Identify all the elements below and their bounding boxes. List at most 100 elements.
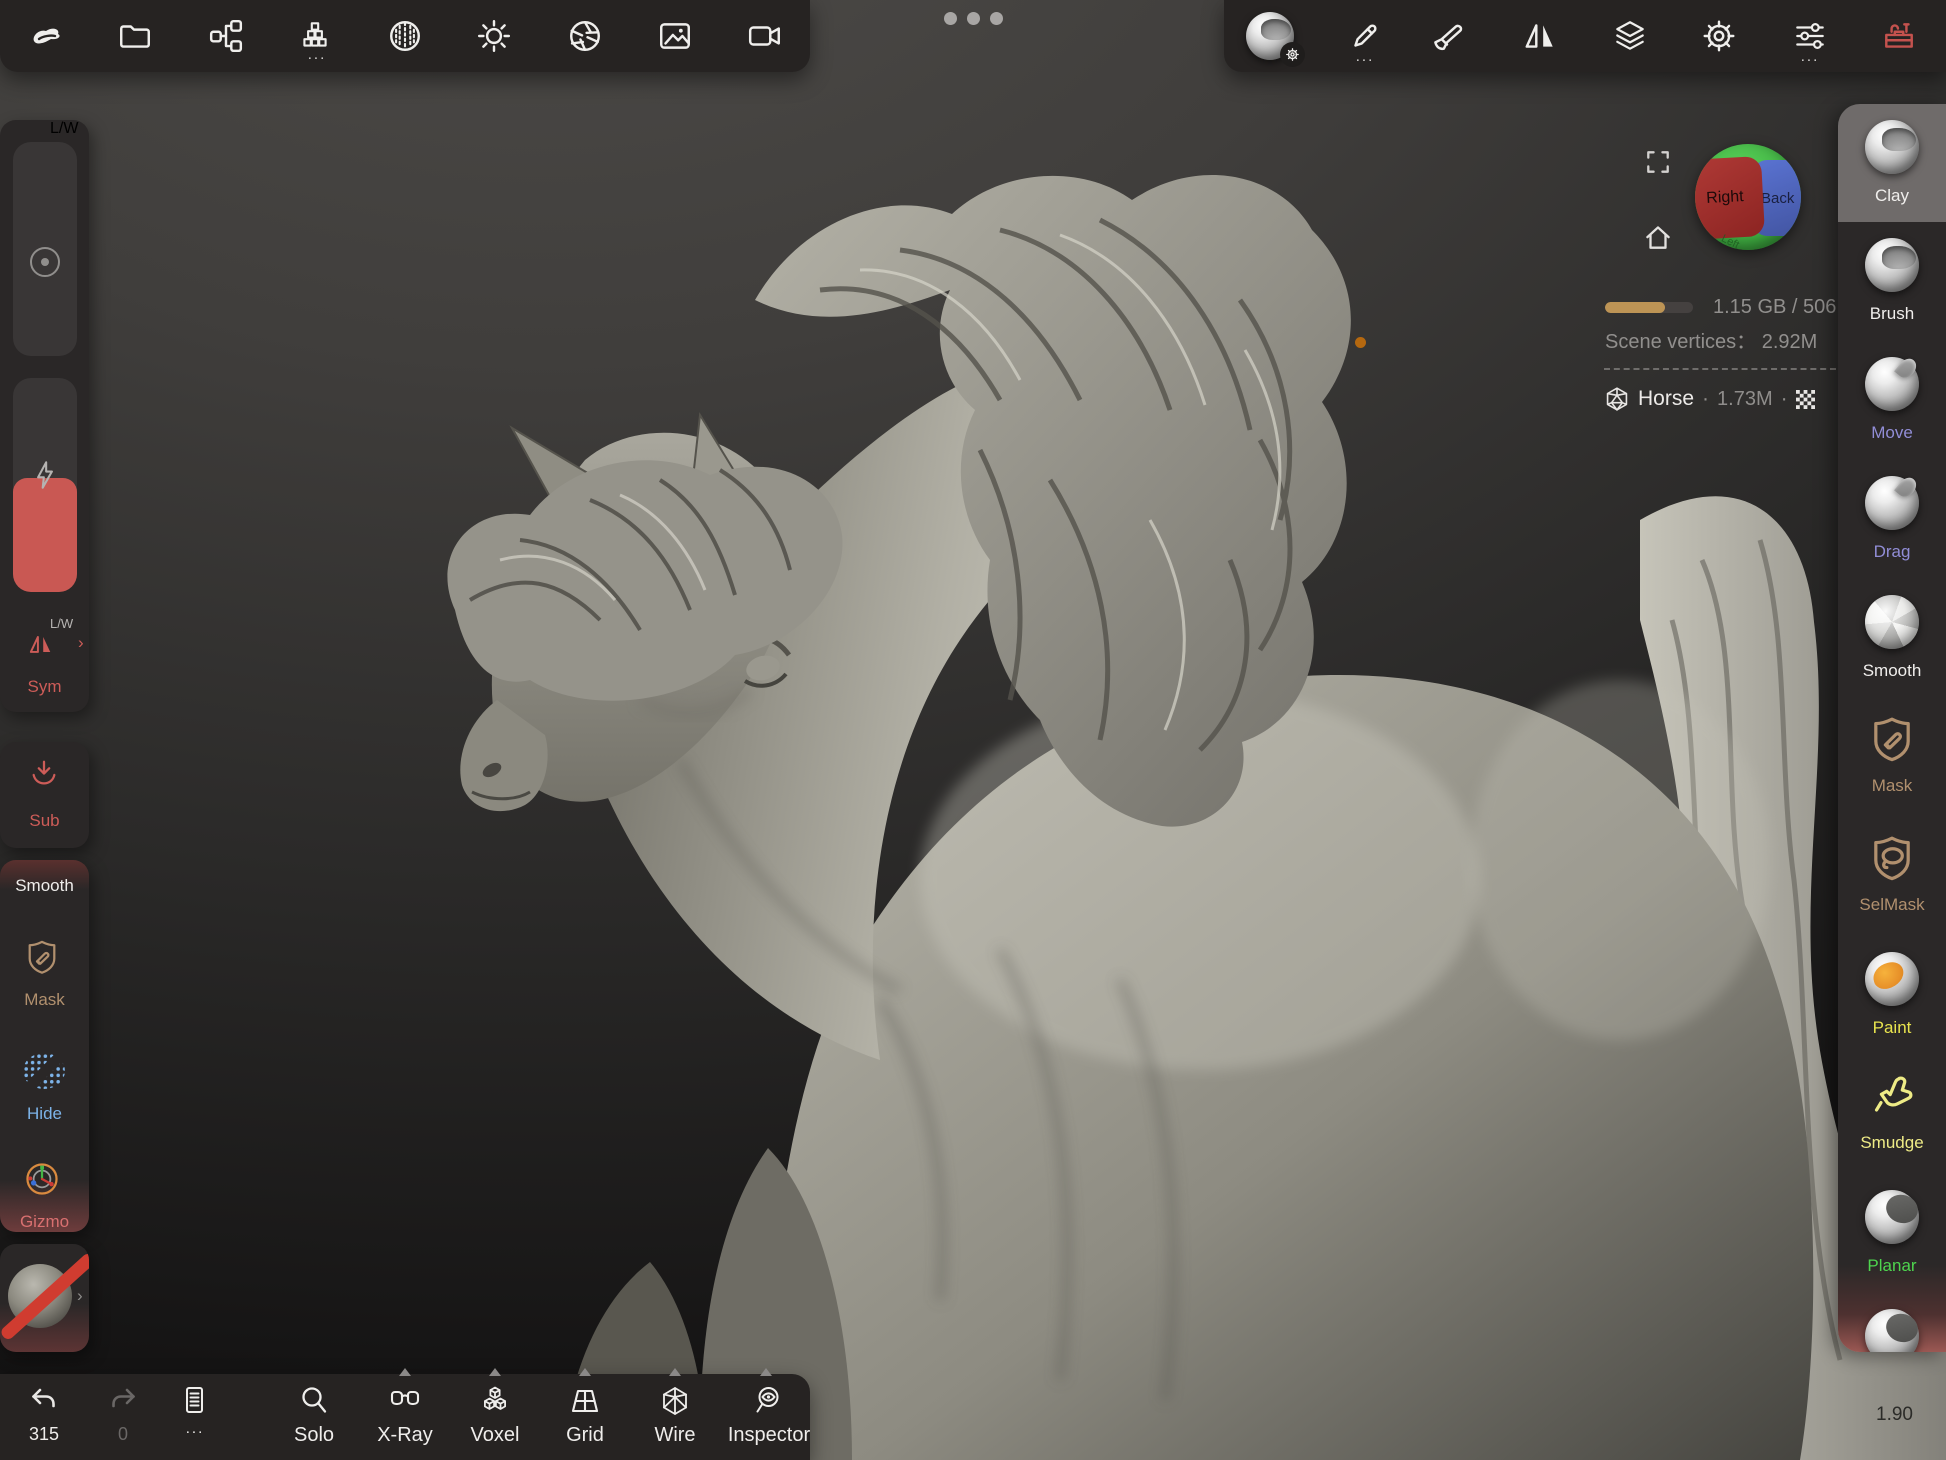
- tool-item-mask[interactable]: Mask: [1838, 698, 1946, 816]
- panel-caret-icon: [669, 1368, 681, 1376]
- paint-sphere-icon: [1865, 952, 1919, 1006]
- lighting-button[interactable]: [462, 4, 526, 68]
- tool-item-paint[interactable]: Paint: [1838, 936, 1946, 1054]
- symmetry-mirror-button[interactable]: [1508, 4, 1572, 68]
- tool-item-selmask[interactable]: SelMask: [1838, 817, 1946, 935]
- tool-label: Brush: [1844, 304, 1940, 324]
- wire-button[interactable]: Wire: [637, 1384, 713, 1447]
- next-tool-sphere-icon: [1865, 1309, 1919, 1352]
- smooth-sphere-icon: [1865, 595, 1919, 649]
- paint-brush-button[interactable]: [1415, 4, 1479, 68]
- radius-readout: 1.90: [1876, 1404, 1913, 1426]
- gizmo-label[interactable]: Gizmo: [0, 1212, 89, 1232]
- redo-button[interactable]: 0: [85, 1384, 161, 1445]
- tool-item-move[interactable]: Move: [1838, 341, 1946, 459]
- history-pages-icon: [178, 1384, 212, 1418]
- mask-shortcut-label[interactable]: Mask: [0, 990, 89, 1010]
- voxel-cubes-icon: [478, 1384, 512, 1418]
- tool-item-drag[interactable]: Drag: [1838, 460, 1946, 578]
- inspector-lens-icon: [752, 1384, 786, 1418]
- wire-label: Wire: [654, 1424, 695, 1447]
- drag-dot: [944, 12, 957, 25]
- tool-item-clay[interactable]: Clay: [1838, 104, 1946, 222]
- intensity-slider[interactable]: [13, 378, 77, 592]
- layers-button[interactable]: [1598, 4, 1662, 68]
- sub-label[interactable]: Sub: [0, 811, 89, 831]
- drag-sphere-icon: [1865, 476, 1919, 530]
- scene-graph-button[interactable]: [194, 4, 258, 68]
- settings-button[interactable]: [1687, 4, 1751, 68]
- smooth-shortcut-label[interactable]: Smooth: [0, 876, 89, 896]
- symmetry-expand-chevron[interactable]: ›: [78, 633, 84, 653]
- gizmo-tool-icon[interactable]: [23, 1160, 61, 1198]
- panel-caret-icon: [760, 1368, 772, 1376]
- layers-icon: [1612, 18, 1648, 54]
- brush-sphere-icon: [1865, 238, 1919, 292]
- window-drag-handle[interactable]: [938, 10, 1008, 26]
- redo-icon: [106, 1384, 140, 1418]
- gear-badge-icon: [1285, 47, 1300, 62]
- sub-tool-icon[interactable]: [28, 758, 60, 790]
- xray-button[interactable]: X-Ray: [367, 1384, 443, 1447]
- history-pages-button[interactable]: ...: [157, 1384, 233, 1434]
- open-folder-button[interactable]: [103, 4, 167, 68]
- toolbox-button[interactable]: [1867, 4, 1931, 68]
- camera-button[interactable]: [733, 4, 797, 68]
- voxel-button[interactable]: Voxel: [457, 1384, 533, 1447]
- inspector-button[interactable]: Inspector: [724, 1384, 814, 1447]
- multiresolution-more: ...: [303, 50, 331, 60]
- drag-dot: [990, 12, 1003, 25]
- object-row[interactable]: Horse · 1.73M ·: [1604, 386, 1815, 412]
- fullscreen-button[interactable]: [1632, 136, 1684, 188]
- symmetry-mirror-icon: [1522, 18, 1558, 54]
- radius-slider[interactable]: [13, 142, 77, 356]
- tool-item-partial[interactable]: [1838, 1293, 1946, 1352]
- tool-item-smudge[interactable]: Smudge: [1838, 1055, 1946, 1173]
- app-logo-button[interactable]: [13, 4, 77, 68]
- history-more: ...: [186, 1424, 205, 1434]
- object-vertices: 1.73M: [1717, 388, 1773, 411]
- grid-button[interactable]: Grid: [547, 1384, 623, 1447]
- tool-item-brush[interactable]: Brush: [1838, 222, 1946, 340]
- tool-label: Paint: [1844, 1018, 1940, 1038]
- view-cube[interactable]: Back Right Left: [1695, 144, 1801, 250]
- solo-button[interactable]: Solo: [276, 1384, 352, 1447]
- hide-tool-icon[interactable]: [23, 1053, 65, 1089]
- tool-label: Smudge: [1844, 1133, 1940, 1153]
- hide-label[interactable]: Hide: [0, 1104, 89, 1124]
- tool-label: Planar: [1844, 1256, 1940, 1276]
- memory-bar: [1605, 302, 1693, 313]
- material-panel[interactable]: ›: [0, 1244, 89, 1352]
- sep-dot: ·: [1781, 387, 1788, 411]
- material-expand-chevron[interactable]: ›: [77, 1286, 83, 1306]
- symmetry-toggle-icon[interactable]: [25, 629, 57, 659]
- undo-count: 315: [29, 1424, 59, 1445]
- view-cube-front-label: Right: [1706, 188, 1744, 208]
- view-cube-face-front[interactable]: Right: [1695, 156, 1765, 240]
- drag-dot: [967, 12, 980, 25]
- tool-item-smooth[interactable]: Smooth: [1838, 579, 1946, 697]
- topology-button[interactable]: [373, 4, 437, 68]
- redo-count: 0: [118, 1424, 128, 1445]
- home-view-button[interactable]: [1632, 212, 1684, 264]
- mask-shortcut-icon[interactable]: [23, 938, 61, 976]
- brush-settings-badge[interactable]: [1280, 42, 1305, 67]
- voxel-label: Voxel: [471, 1424, 520, 1447]
- open-folder-icon: [117, 18, 153, 54]
- post-process-aperture-icon: [567, 18, 603, 54]
- wireframe-hex-icon: [658, 1384, 692, 1418]
- background-image-button[interactable]: [643, 4, 707, 68]
- xray-label: X-Ray: [377, 1424, 433, 1447]
- panel-caret-icon: [489, 1368, 501, 1376]
- post-process-button[interactable]: [553, 4, 617, 68]
- undo-button[interactable]: 315: [6, 1384, 82, 1445]
- tool-item-planar[interactable]: Planar: [1838, 1174, 1946, 1292]
- inspector-label: Inspector: [728, 1424, 810, 1447]
- sym-label[interactable]: Sym: [0, 677, 89, 697]
- scene-vertices-label: Scene vertices：: [1605, 331, 1756, 353]
- grid-plane-icon: [568, 1384, 602, 1418]
- toolbar-top-left: ...: [0, 0, 810, 72]
- tool-label: SelMask: [1844, 895, 1940, 915]
- tool-sidebar: Clay Brush Move Drag Smooth Mask: [1838, 104, 1946, 1352]
- paint-brush-icon: [1429, 18, 1465, 54]
